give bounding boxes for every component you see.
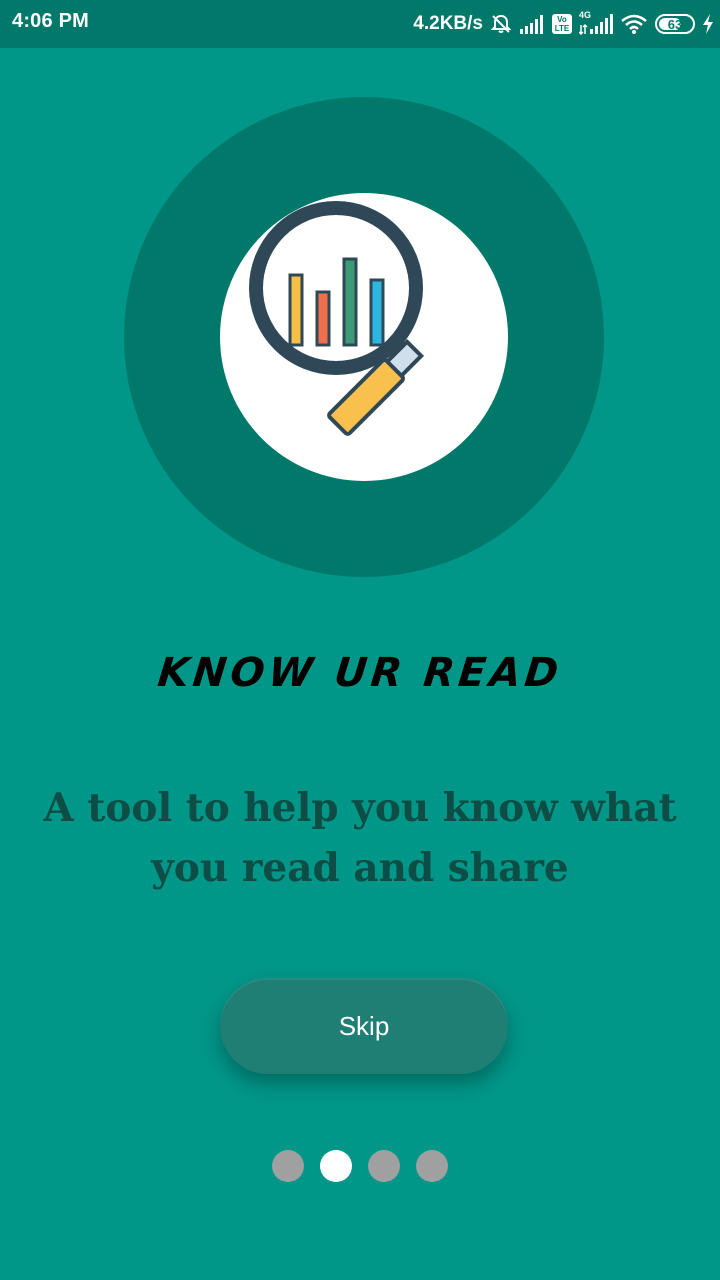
onboarding-headline: know ur read [155, 650, 565, 696]
hero-inner-circle [220, 193, 508, 481]
mute-alarm-icon [490, 13, 512, 35]
skip-button[interactable]: Skip [220, 978, 508, 1074]
network-speed: 4.2KB/s [413, 13, 483, 34]
page-dot-3[interactable] [368, 1150, 400, 1182]
magnifier-chart-icon [249, 201, 425, 436]
page-dot-2[interactable] [320, 1150, 352, 1182]
signal-icon [519, 13, 545, 35]
battery-level: 63 [667, 16, 683, 32]
page-dot-4[interactable] [416, 1150, 448, 1182]
network-type-label: 4G [579, 10, 592, 20]
volte-bottom-label: LTE [554, 24, 570, 33]
charging-icon [702, 14, 714, 34]
status-time: 4:06 PM [12, 10, 89, 32]
battery-icon: 63 [655, 14, 695, 34]
page-dot-1[interactable] [272, 1150, 304, 1182]
onboarding-subtitle: A tool to help you know what you read an… [43, 785, 677, 891]
page-indicator [0, 1150, 720, 1182]
signal-4g-icon: 4G [579, 10, 613, 35]
wifi-icon [620, 13, 648, 35]
volte-top-label: Vo [557, 15, 567, 24]
status-icons: 4.2KB/s Vo LTE 4G 63 [413, 0, 714, 48]
volte-icon: Vo LTE [552, 14, 572, 34]
status-bar: 4:06 PM 4.2KB/s Vo LTE 4G 63 [0, 0, 720, 48]
